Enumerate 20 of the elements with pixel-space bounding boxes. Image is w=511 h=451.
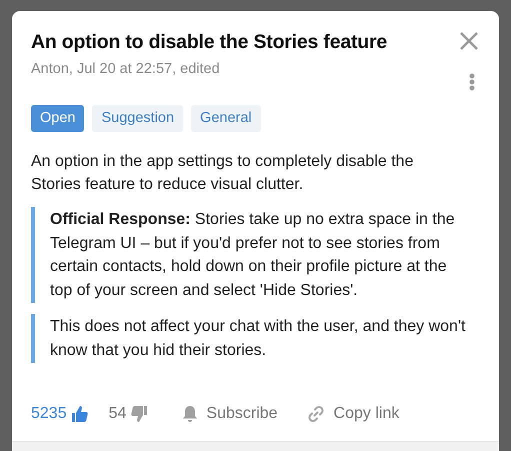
response-quote: This does not affect your chat with the user, and they won't know that you hid their stories. [31, 314, 468, 363]
post-description: An option in the app settings to completely disable the Stories feature to reduce visual clutter. [31, 152, 414, 195]
status-tag: Open [31, 105, 84, 132]
copy-link-button[interactable]: Copy link [306, 404, 400, 424]
response-quote: Official Response: Stories take up no extra space in the Telegram UI – but if you'd prefer not to see stories from certain contacts, hold down on their profile picture at the top of your screen and select 'Hide Stories'. [31, 207, 468, 303]
post-meta: Anton, Jul 20 at 22:57, edited [31, 61, 220, 77]
more-button[interactable] [469, 73, 475, 91]
upvote-button[interactable]: 5235 [31, 405, 89, 423]
close-icon [460, 32, 478, 50]
close-button[interactable] [458, 30, 480, 52]
category-tag: Suggestion [92, 105, 184, 132]
link-icon [306, 404, 326, 424]
thumbs-down-icon [130, 405, 148, 423]
category-tag: General [191, 105, 261, 132]
subscribe-button[interactable]: Subscribe [182, 405, 278, 423]
bell-icon [182, 405, 198, 423]
downvote-button[interactable]: 54 [108, 405, 148, 423]
post-title: An option to disable the Stories feature [31, 30, 388, 55]
thumbs-up-icon [70, 405, 89, 423]
more-icon [469, 73, 475, 91]
